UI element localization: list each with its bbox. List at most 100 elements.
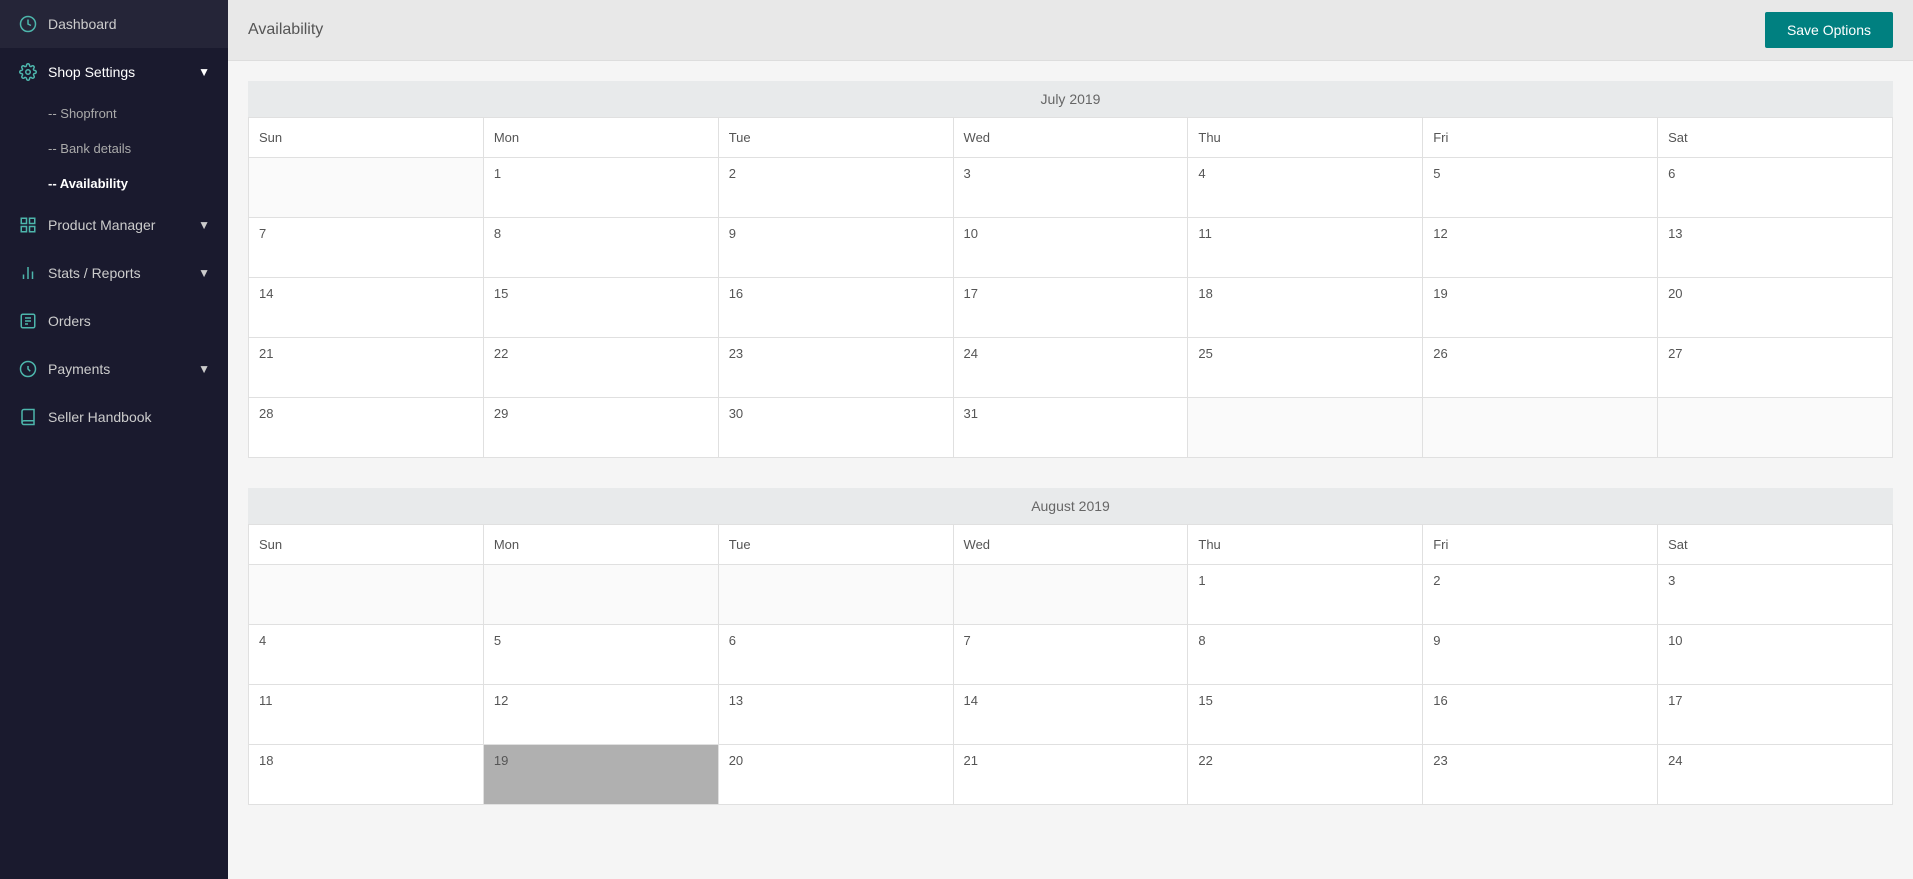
calendar-cell[interactable]: 28: [249, 398, 484, 458]
sidebar-item-label: Payments: [48, 361, 188, 377]
calendar-day-header: Sun: [249, 118, 484, 158]
calendar-cell[interactable]: 6: [1658, 158, 1893, 218]
handbook-icon: [18, 407, 38, 427]
calendar-cell[interactable]: 11: [1188, 218, 1423, 278]
calendar-day-header: Sat: [1658, 118, 1893, 158]
calendar-cell[interactable]: 19: [1423, 278, 1658, 338]
save-options-button[interactable]: Save Options: [1765, 12, 1893, 48]
calendar-cell[interactable]: 14: [249, 278, 484, 338]
page-header: Availability Save Options: [228, 0, 1913, 61]
calendar-day-header: Mon: [483, 525, 718, 565]
calendar-cell[interactable]: 8: [483, 218, 718, 278]
calendar-cell[interactable]: 24: [953, 338, 1188, 398]
sidebar-item-dashboard[interactable]: Dashboard: [0, 0, 228, 48]
sidebar-sub-availability[interactable]: -- Availability: [0, 166, 228, 201]
calendar-cell[interactable]: 7: [953, 625, 1188, 685]
dashboard-icon: [18, 14, 38, 34]
calendar-cell[interactable]: 22: [483, 338, 718, 398]
calendar-cell[interactable]: 29: [483, 398, 718, 458]
sidebar-item-stats-reports[interactable]: Stats / Reports ▼: [0, 249, 228, 297]
payments-icon: [18, 359, 38, 379]
calendar-cell[interactable]: 12: [483, 685, 718, 745]
calendar-cell[interactable]: 16: [1423, 685, 1658, 745]
calendar-cell[interactable]: 6: [718, 625, 953, 685]
calendar-cell[interactable]: 20: [1658, 278, 1893, 338]
sidebar-sub-bankdetails[interactable]: -- Bank details: [0, 131, 228, 166]
sidebar-item-seller-handbook[interactable]: Seller Handbook: [0, 393, 228, 441]
calendar-cell[interactable]: 9: [1423, 625, 1658, 685]
calendar-cell[interactable]: 26: [1423, 338, 1658, 398]
month-label: August 2019: [248, 488, 1893, 524]
sidebar-item-label: Shop Settings: [48, 64, 188, 80]
calendar-cell[interactable]: 27: [1658, 338, 1893, 398]
calendar-cell[interactable]: 8: [1188, 625, 1423, 685]
calendar-cell[interactable]: 23: [718, 338, 953, 398]
calendar-cell[interactable]: 21: [953, 745, 1188, 805]
calendar-cell[interactable]: 14: [953, 685, 1188, 745]
calendar-cell[interactable]: 25: [1188, 338, 1423, 398]
calendar-cell[interactable]: [953, 565, 1188, 625]
calendar-cell[interactable]: 3: [1658, 565, 1893, 625]
calendar-cell[interactable]: [249, 565, 484, 625]
calendar-cell[interactable]: 24: [1658, 745, 1893, 805]
calendar-cell[interactable]: 9: [718, 218, 953, 278]
settings-icon: [18, 62, 38, 82]
calendar-cell[interactable]: 12: [1423, 218, 1658, 278]
calendar-cell[interactable]: 2: [718, 158, 953, 218]
calendar-cell[interactable]: 22: [1188, 745, 1423, 805]
calendar-cell[interactable]: [1658, 398, 1893, 458]
calendar-day-header: Wed: [953, 525, 1188, 565]
calendar-cell[interactable]: 3: [953, 158, 1188, 218]
calendar-cell[interactable]: 13: [1658, 218, 1893, 278]
calendar-cell[interactable]: 17: [953, 278, 1188, 338]
calendar-cell[interactable]: 11: [249, 685, 484, 745]
calendar-cell[interactable]: 15: [1188, 685, 1423, 745]
calendar-cell[interactable]: 13: [718, 685, 953, 745]
calendar-day-header: Fri: [1423, 525, 1658, 565]
calendar-cell[interactable]: 10: [1658, 625, 1893, 685]
calendar-cell[interactable]: 30: [718, 398, 953, 458]
sidebar-item-shop-settings[interactable]: Shop Settings ▼: [0, 48, 228, 96]
calendar-cell[interactable]: [1188, 398, 1423, 458]
calendar-day-header: Sat: [1658, 525, 1893, 565]
sidebar-sub-shopfront[interactable]: -- Shopfront: [0, 96, 228, 131]
calendar-cell[interactable]: 4: [249, 625, 484, 685]
calendar-cell[interactable]: 18: [249, 745, 484, 805]
chevron-down-icon: ▼: [198, 362, 210, 376]
sidebar-item-product-manager[interactable]: Product Manager ▼: [0, 201, 228, 249]
calendar-cell[interactable]: 7: [249, 218, 484, 278]
sidebar-item-label: Seller Handbook: [48, 409, 210, 425]
calendar-cell[interactable]: [1423, 398, 1658, 458]
chevron-down-icon: ▼: [198, 266, 210, 280]
calendar-cell[interactable]: 10: [953, 218, 1188, 278]
calendar-cell[interactable]: [718, 565, 953, 625]
calendar-cell[interactable]: 23: [1423, 745, 1658, 805]
calendar-cell[interactable]: 18: [1188, 278, 1423, 338]
orders-icon: [18, 311, 38, 331]
sidebar-item-label: Stats / Reports: [48, 265, 188, 281]
calendar-cell[interactable]: 16: [718, 278, 953, 338]
calendar-cell[interactable]: 5: [1423, 158, 1658, 218]
calendar-cell[interactable]: [483, 565, 718, 625]
calendar-cell[interactable]: 15: [483, 278, 718, 338]
calendar-cell[interactable]: 21: [249, 338, 484, 398]
calendar-cell[interactable]: 31: [953, 398, 1188, 458]
product-icon: [18, 215, 38, 235]
calendar-cell[interactable]: 2: [1423, 565, 1658, 625]
calendar-cell[interactable]: [249, 158, 484, 218]
calendar-cell[interactable]: 1: [1188, 565, 1423, 625]
calendar-cell[interactable]: 17: [1658, 685, 1893, 745]
calendar-day-header: Thu: [1188, 118, 1423, 158]
calendar-cell[interactable]: 1: [483, 158, 718, 218]
calendar-cell[interactable]: 20: [718, 745, 953, 805]
calendar-cell[interactable]: 5: [483, 625, 718, 685]
calendar-day-header: Mon: [483, 118, 718, 158]
page-title: Availability: [248, 21, 323, 39]
sidebar-item-label: Product Manager: [48, 217, 188, 233]
sidebar-item-payments[interactable]: Payments ▼: [0, 345, 228, 393]
calendar-cell[interactable]: 19: [483, 745, 718, 805]
sidebar-item-label: Orders: [48, 313, 210, 329]
sidebar-item-orders[interactable]: Orders: [0, 297, 228, 345]
sidebar: Dashboard Shop Settings ▼ -- Shopfront -…: [0, 0, 228, 879]
calendar-cell[interactable]: 4: [1188, 158, 1423, 218]
